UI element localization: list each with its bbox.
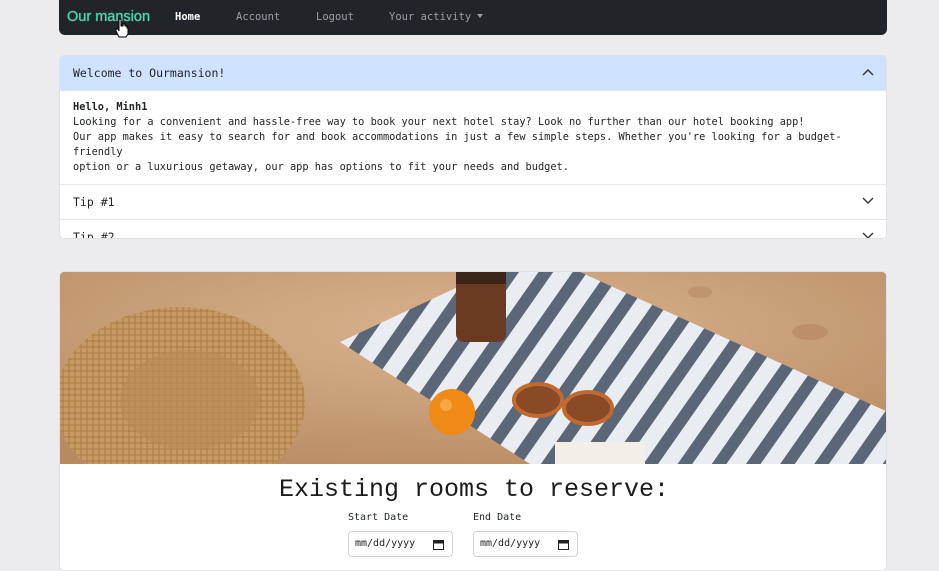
welcome-text-line-1: Looking for a convenient and hassle-free… — [73, 116, 805, 128]
rooms-title: Existing rooms to reserve: — [278, 475, 670, 504]
hand-pointer-icon — [115, 18, 129, 38]
beach-hero-image — [60, 272, 886, 464]
calendar-icon[interactable] — [433, 539, 444, 550]
welcome-text-line-3: option or a luxurious getaway, our app h… — [73, 161, 569, 173]
accordion-welcome-title: Welcome to Ourmansion! — [73, 66, 226, 80]
brand-link[interactable]: Our mansion — [67, 9, 150, 25]
rooms-card: Existing rooms to reserve: Start Date En… — [59, 271, 887, 571]
accordion-tip1-title: Tip #1 — [73, 195, 115, 209]
accordion-tip2-header[interactable]: Tip #2 — [60, 219, 886, 239]
greeting: Hello, Minh1 — [73, 101, 148, 113]
accordion-tip1-header[interactable]: Tip #1 — [60, 184, 886, 219]
navbar: Our mansion Home Account Logout Your act… — [59, 0, 887, 38]
nav-your-activity[interactable]: Your activity — [389, 11, 484, 23]
nav-account[interactable]: Account — [236, 11, 280, 23]
calendar-icon[interactable] — [558, 539, 569, 550]
accordion-tip2-title: Tip #2 — [73, 230, 115, 239]
end-date-label: End Date — [473, 512, 522, 523]
caret-down-icon — [477, 14, 484, 18]
end-date-input[interactable]: mm/dd/yyyy — [473, 531, 578, 557]
nav-home[interactable]: Home — [175, 11, 200, 23]
start-date-input[interactable]: mm/dd/yyyy — [348, 531, 453, 557]
start-date-label: Start Date — [348, 512, 409, 523]
end-date-value: mm/dd/yyyy — [480, 538, 541, 549]
chevron-up-icon — [862, 69, 874, 76]
accordion-welcome-body: Hello, Minh1 Looking for a convenient an… — [60, 91, 886, 184]
welcome-accordion: Welcome to Ourmansion! Hello, Minh1 Look… — [59, 55, 887, 239]
chevron-down-icon — [862, 197, 874, 204]
chevron-down-icon — [862, 232, 874, 238]
welcome-text-line-2: Our app makes it easy to search for and … — [73, 131, 842, 158]
accordion-welcome-header[interactable]: Welcome to Ourmansion! — [60, 56, 886, 91]
start-date-value: mm/dd/yyyy — [355, 538, 416, 549]
nav-your-activity-label: Your activity — [389, 11, 472, 23]
nav-logout[interactable]: Logout — [316, 11, 354, 23]
